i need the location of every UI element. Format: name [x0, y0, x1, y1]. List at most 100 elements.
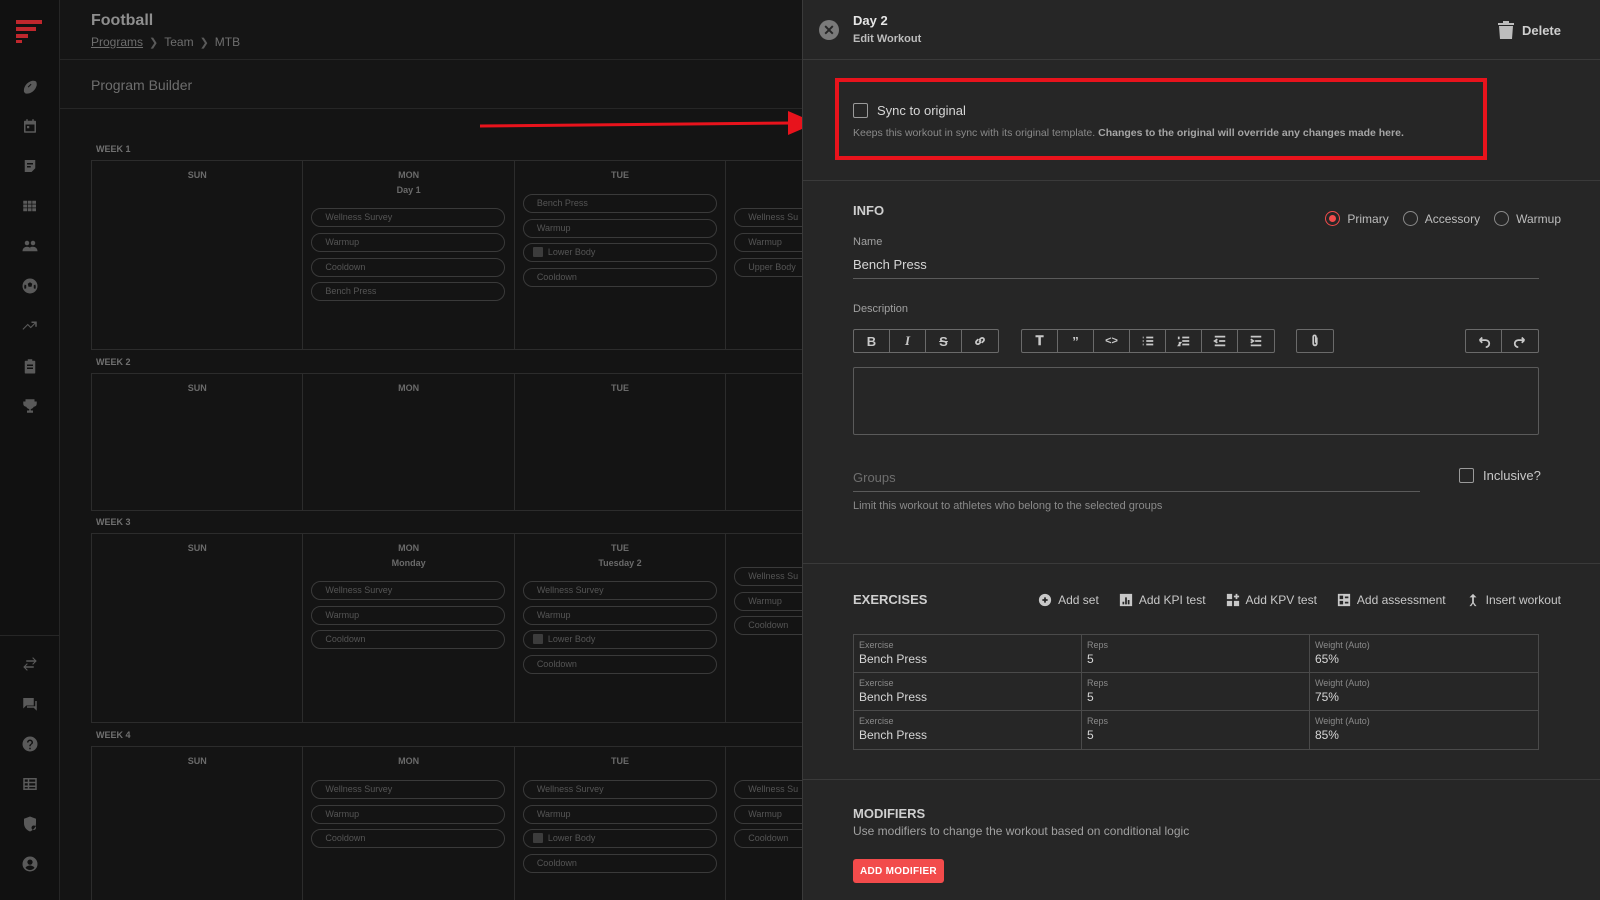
trophy-icon[interactable]: [19, 395, 41, 417]
strikethrough-icon[interactable]: S: [926, 330, 962, 352]
redo-icon[interactable]: [1502, 330, 1538, 352]
insert-workout-button[interactable]: Insert workout: [1466, 593, 1561, 607]
workout-pill[interactable]: Wellness Survey: [522, 780, 717, 799]
link-icon[interactable]: [962, 330, 998, 352]
help-icon[interactable]: [19, 733, 41, 755]
exercise-cell[interactable]: Exercise Bench Press: [854, 673, 1082, 710]
workout-pill[interactable]: Bench Press: [311, 282, 506, 301]
day-cell[interactable]: [726, 374, 802, 510]
workout-pill[interactable]: Warmup: [522, 606, 717, 625]
workout-pill[interactable]: Warmup: [311, 233, 506, 252]
workout-pill[interactable]: Cooldown: [734, 616, 802, 635]
radio-accessory[interactable]: Accessory: [1402, 211, 1480, 226]
weight-cell[interactable]: Weight (Auto) 75%: [1310, 673, 1538, 710]
workout-pill[interactable]: Bench Press: [522, 194, 717, 213]
add-kpv-test-button[interactable]: Add KPV test: [1226, 593, 1317, 607]
workout-pill[interactable]: Cooldown: [522, 268, 717, 287]
workout-pill[interactable]: Wellness Survey: [311, 208, 506, 227]
calendar-icon[interactable]: [19, 115, 41, 137]
bold-icon[interactable]: B: [854, 330, 890, 352]
italic-icon[interactable]: I: [890, 330, 926, 352]
breadcrumb-team[interactable]: Team: [164, 35, 193, 49]
day-cell[interactable]: MON Monday Wellness Survey Warmup Cooldo…: [303, 534, 515, 722]
workout-pill[interactable]: Warmup: [734, 805, 802, 824]
notes-icon[interactable]: [19, 155, 41, 177]
table-row[interactable]: Exercise Bench Press Reps 5 Weight (Auto) 6…: [854, 635, 1538, 673]
day-cell[interactable]: TUE Tuesday 2 Wellness Survey Warmup Low…: [515, 534, 727, 722]
weight-cell[interactable]: Weight (Auto) 65%: [1310, 635, 1538, 672]
sync-to-original-row[interactable]: Sync to original: [853, 103, 966, 118]
day-cell[interactable]: MON Day 1 Wellness Survey Warmup Cooldow…: [303, 161, 515, 349]
day-cell[interactable]: TUE Bench Press Warmup Lower Body Cooldo…: [515, 161, 727, 349]
shield-settings-icon[interactable]: [19, 813, 41, 835]
add-assessment-button[interactable]: Add assessment: [1337, 593, 1446, 607]
add-modifier-button[interactable]: ADD MODIFIER: [853, 859, 944, 883]
workout-pill[interactable]: Upper Body: [734, 258, 802, 277]
workout-pill[interactable]: Cooldown: [311, 258, 506, 277]
account-icon[interactable]: [19, 853, 41, 875]
day-cell[interactable]: MON Wellness Survey Warmup Cooldown: [303, 747, 515, 900]
radio-primary[interactable]: Primary: [1325, 211, 1389, 226]
groups-input[interactable]: Groups: [853, 470, 1420, 492]
workout-pill[interactable]: Wellness Survey: [311, 780, 506, 799]
workout-pill[interactable]: Wellness Survey: [311, 581, 506, 600]
radio-warmup[interactable]: Warmup: [1494, 211, 1561, 226]
workout-pill[interactable]: Cooldown: [522, 655, 717, 674]
brand-logo[interactable]: [16, 18, 42, 44]
workout-pill[interactable]: Cooldown: [311, 829, 506, 848]
day-cell[interactable]: Wellness Su Warmup Cooldown: [726, 747, 802, 900]
workout-pill[interactable]: Warmup: [734, 592, 802, 611]
workout-pill[interactable]: Warmup: [522, 219, 717, 238]
reps-cell[interactable]: Reps 5: [1082, 673, 1310, 710]
breadcrumb-programs[interactable]: Programs: [91, 35, 143, 49]
chat-icon[interactable]: [19, 693, 41, 715]
weight-cell[interactable]: Weight (Auto) 85%: [1310, 711, 1538, 749]
day-cell[interactable]: SUN: [92, 747, 304, 900]
workout-pill[interactable]: Cooldown: [522, 854, 717, 873]
day-cell[interactable]: SUN: [92, 161, 304, 349]
soccer-ball-icon[interactable]: [19, 275, 41, 297]
workout-pill[interactable]: Warmup: [311, 606, 506, 625]
swap-icon[interactable]: [19, 653, 41, 675]
workout-pill[interactable]: Wellness Su: [734, 780, 802, 799]
grid-icon[interactable]: [19, 195, 41, 217]
table-icon[interactable]: [19, 773, 41, 795]
workout-pill[interactable]: Warmup: [734, 233, 802, 252]
reps-cell[interactable]: Reps 5: [1082, 635, 1310, 672]
workout-pill[interactable]: Warmup: [522, 805, 717, 824]
day-cell[interactable]: Wellness Su Warmup Cooldown: [726, 534, 802, 722]
bulleted-list-icon[interactable]: [1130, 330, 1166, 352]
heading-icon[interactable]: 𝐓: [1022, 330, 1058, 352]
close-icon[interactable]: ✕: [819, 20, 839, 40]
clipboard-icon[interactable]: [19, 355, 41, 377]
radio-icon[interactable]: [1402, 211, 1418, 226]
exercise-cell[interactable]: Exercise Bench Press: [854, 711, 1082, 749]
add-kpi-test-button[interactable]: Add KPI test: [1119, 593, 1206, 607]
day-cell[interactable]: Wellness Su Warmup Upper Body: [726, 161, 802, 349]
table-row[interactable]: Exercise Bench Press Reps 5 Weight (Auto) 7…: [854, 673, 1538, 711]
sync-to-original-checkbox[interactable]: [853, 103, 868, 118]
day-cell[interactable]: TUE: [515, 374, 727, 510]
workout-pill[interactable]: Lower Body: [522, 243, 717, 262]
table-row[interactable]: Exercise Bench Press Reps 5 Weight (Auto) 8…: [854, 711, 1538, 749]
indent-icon[interactable]: [1238, 330, 1274, 352]
radio-selected-icon[interactable]: [1325, 211, 1341, 226]
numbered-list-icon[interactable]: [1166, 330, 1202, 352]
radio-icon[interactable]: [1494, 211, 1510, 226]
outdent-icon[interactable]: [1202, 330, 1238, 352]
day-cell[interactable]: SUN: [92, 534, 304, 722]
undo-icon[interactable]: [1466, 330, 1502, 352]
workout-pill[interactable]: Lower Body: [522, 630, 717, 649]
attachment-icon[interactable]: [1297, 330, 1333, 352]
workout-pill[interactable]: Lower Body: [522, 829, 717, 848]
workout-pill[interactable]: Wellness Survey: [522, 581, 717, 600]
workout-pill[interactable]: Cooldown: [311, 630, 506, 649]
workout-pill[interactable]: Wellness Su: [734, 208, 802, 227]
name-input[interactable]: Bench Press: [853, 257, 1539, 279]
add-set-button[interactable]: Add set: [1038, 593, 1099, 607]
reps-cell[interactable]: Reps 5: [1082, 711, 1310, 749]
workout-pill[interactable]: Cooldown: [734, 829, 802, 848]
inclusive-checkbox[interactable]: [1459, 468, 1474, 483]
day-cell[interactable]: TUE Wellness Survey Warmup Lower Body Co…: [515, 747, 727, 900]
delete-button[interactable]: Delete: [1497, 21, 1561, 39]
